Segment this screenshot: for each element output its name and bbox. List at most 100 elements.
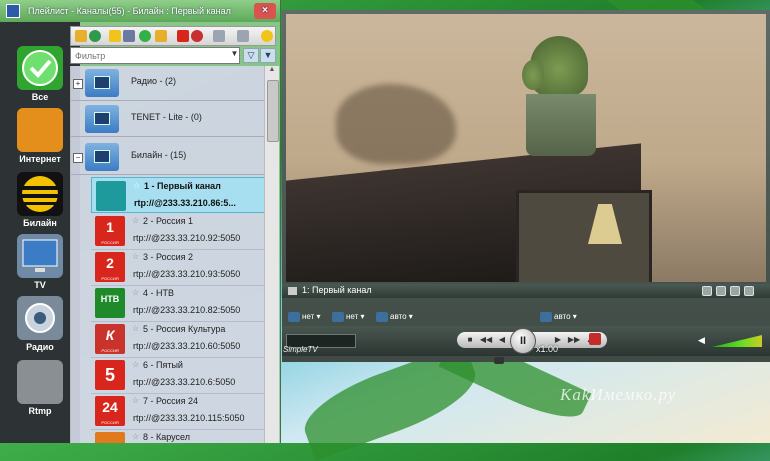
subtitle-value: нет bbox=[346, 312, 359, 322]
refresh-icon[interactable] bbox=[89, 30, 101, 42]
group-folder-icon bbox=[85, 69, 119, 97]
logo-subtext: РОССИЯ bbox=[101, 420, 119, 425]
star-icon[interactable]: ☆ bbox=[132, 324, 139, 333]
list-scrollbar[interactable]: ▲ bbox=[264, 66, 279, 443]
channel-url: rtp://@233.33.210.60:5050 bbox=[133, 341, 241, 351]
video-tv-screen bbox=[516, 190, 652, 282]
camera-icon[interactable] bbox=[494, 357, 504, 364]
channel-name: 1 - Первый канал bbox=[144, 181, 221, 191]
logo-text: 5 bbox=[104, 365, 115, 385]
add-icon[interactable] bbox=[139, 30, 151, 42]
pause-button[interactable]: II bbox=[510, 328, 536, 354]
channel-row[interactable]: ☆ 8 - Карусел bbox=[91, 429, 265, 443]
star-icon[interactable]: ☆ bbox=[132, 432, 139, 441]
filter-settings-icon[interactable]: ▼ bbox=[260, 48, 276, 63]
folder-open-icon[interactable] bbox=[155, 30, 167, 42]
scroll-up-icon[interactable]: ▲ bbox=[265, 66, 279, 78]
subtitle-icon bbox=[332, 312, 344, 322]
collapse-icon[interactable]: − bbox=[73, 153, 83, 163]
channel-name: 7 - Россия 24 bbox=[143, 396, 199, 406]
video-pot bbox=[526, 94, 596, 156]
logo-subtext: РОССИЯ bbox=[101, 240, 119, 245]
channel-row[interactable]: 5 ☆ 6 - Пятый rtp://@233.33.210.6:5050 bbox=[91, 357, 265, 394]
layout-icon[interactable] bbox=[237, 30, 249, 42]
rewind-icon[interactable]: ◀ bbox=[495, 335, 509, 345]
logo-subtext: РОССИЯ bbox=[101, 348, 119, 353]
sidebar-item-tv[interactable]: TV bbox=[10, 234, 70, 290]
settings-icon[interactable] bbox=[702, 286, 712, 296]
star-icon[interactable]: ☆ bbox=[132, 360, 139, 369]
channel-name: 8 - Карусел bbox=[143, 432, 191, 442]
audio-icon bbox=[288, 312, 300, 322]
volume-slider[interactable] bbox=[712, 335, 762, 347]
video-frame[interactable] bbox=[286, 14, 766, 282]
group-folder-icon bbox=[85, 105, 119, 133]
star-icon[interactable] bbox=[109, 30, 121, 42]
beeline-icon bbox=[17, 172, 63, 216]
expand-icon[interactable]: + bbox=[73, 79, 83, 89]
channel-row[interactable]: 1 РОССИЯ ☆ 2 - Россия 1 rtp://@233.33.210… bbox=[91, 213, 265, 250]
block-icon[interactable] bbox=[191, 30, 203, 42]
record-icon[interactable] bbox=[589, 333, 601, 345]
sidebar-item-label: Все bbox=[31, 92, 49, 102]
channel-logo-icon: НТВ bbox=[95, 288, 125, 318]
channel-row[interactable]: 24 РОССИЯ ☆ 7 - Россия 24 rtp://@233.33.2… bbox=[91, 393, 265, 430]
subtitle-selector[interactable]: нет ▾ bbox=[332, 312, 365, 322]
logo-text: НТВ bbox=[100, 294, 120, 304]
star-icon[interactable]: ☆ bbox=[132, 252, 139, 261]
channel-row[interactable]: К РОССИЯ ☆ 5 - Россия Культура rtp://@233… bbox=[91, 321, 265, 358]
sidebar-item-label: TV bbox=[34, 280, 46, 290]
aspect-selector[interactable]: авто ▾ bbox=[376, 312, 413, 322]
fullscreen-icon[interactable] bbox=[744, 286, 754, 296]
zoom-selector[interactable]: авто ▾ bbox=[540, 312, 577, 322]
zoom-icon bbox=[540, 312, 552, 322]
help-icon[interactable] bbox=[261, 30, 273, 42]
channel-list-icon[interactable] bbox=[288, 287, 297, 295]
folder-icon[interactable] bbox=[75, 30, 87, 42]
rtmp-icon bbox=[17, 360, 63, 404]
channel-logo-icon bbox=[96, 181, 126, 211]
grid-icon[interactable] bbox=[123, 30, 135, 42]
sidebar-item-beeline[interactable]: Билайн bbox=[10, 172, 70, 228]
next-icon[interactable]: ▶▶ bbox=[567, 335, 581, 345]
delete-icon[interactable] bbox=[177, 30, 189, 42]
group-row-beeline[interactable]: − Билайн - (15) bbox=[71, 140, 265, 175]
channel-row[interactable]: 2 РОССИЯ ☆ 3 - Россия 2 rtp://@233.33.210… bbox=[91, 249, 265, 286]
group-row-tenet[interactable]: TENET - Lite - (0) bbox=[71, 102, 265, 137]
logo-text: 1 bbox=[106, 219, 114, 235]
star-icon[interactable]: ☆ bbox=[132, 396, 139, 405]
channel-url: rtp://@233.33.210.93:5050 bbox=[133, 269, 241, 279]
minimize-icon[interactable] bbox=[716, 286, 726, 296]
close-button[interactable]: × bbox=[254, 3, 276, 19]
previous-icon[interactable]: ◀◀ bbox=[479, 335, 493, 345]
group-label: Радио - (2) bbox=[131, 76, 176, 86]
filter-icon[interactable]: ▽ bbox=[243, 48, 259, 63]
sidebar-item-radio[interactable]: Радио bbox=[10, 296, 70, 352]
sidebar-item-internet[interactable]: Интернет bbox=[10, 108, 70, 164]
list-view-icon[interactable] bbox=[213, 30, 225, 42]
playlist-title-bar[interactable]: Плейлист - Каналы(55) - Билайн : Первый … bbox=[0, 0, 280, 22]
playlist-toolbar bbox=[70, 26, 276, 46]
maximize-icon[interactable] bbox=[730, 286, 740, 296]
volume-icon[interactable]: ◀ bbox=[698, 335, 708, 345]
star-icon[interactable]: ☆ bbox=[133, 181, 140, 190]
channel-name: 5 - Россия Культура bbox=[143, 324, 226, 334]
video-shadow bbox=[336, 84, 456, 164]
sidebar-item-rtmp[interactable]: Rtmp bbox=[10, 360, 70, 416]
filter-input[interactable] bbox=[70, 47, 240, 64]
stop-icon[interactable]: ■ bbox=[463, 335, 477, 345]
chevron-down-icon[interactable]: ▼ bbox=[230, 49, 239, 62]
app-icon bbox=[6, 4, 20, 18]
sidebar-item-all[interactable]: Все bbox=[10, 46, 70, 102]
audio-selector[interactable]: нет ▾ bbox=[288, 312, 321, 322]
brand-label: SimpleTV bbox=[283, 345, 318, 354]
channel-row-selected[interactable]: ☆ 1 - Первый канал rtp://@233.33.210.86:… bbox=[91, 177, 265, 213]
sidebar-item-label: Интернет bbox=[19, 154, 61, 164]
playlist-window: Плейлист - Каналы(55) - Билайн : Первый … bbox=[0, 0, 281, 443]
channel-row[interactable]: НТВ ☆ 4 - НТВ rtp://@233.33.210.82:5050 bbox=[91, 285, 265, 322]
star-icon[interactable]: ☆ bbox=[132, 288, 139, 297]
sidebar-item-label: Радио bbox=[26, 342, 54, 352]
group-row-radio[interactable]: + Радио - (2) bbox=[71, 66, 265, 101]
scroll-thumb[interactable] bbox=[267, 80, 279, 142]
star-icon[interactable]: ☆ bbox=[132, 216, 139, 225]
